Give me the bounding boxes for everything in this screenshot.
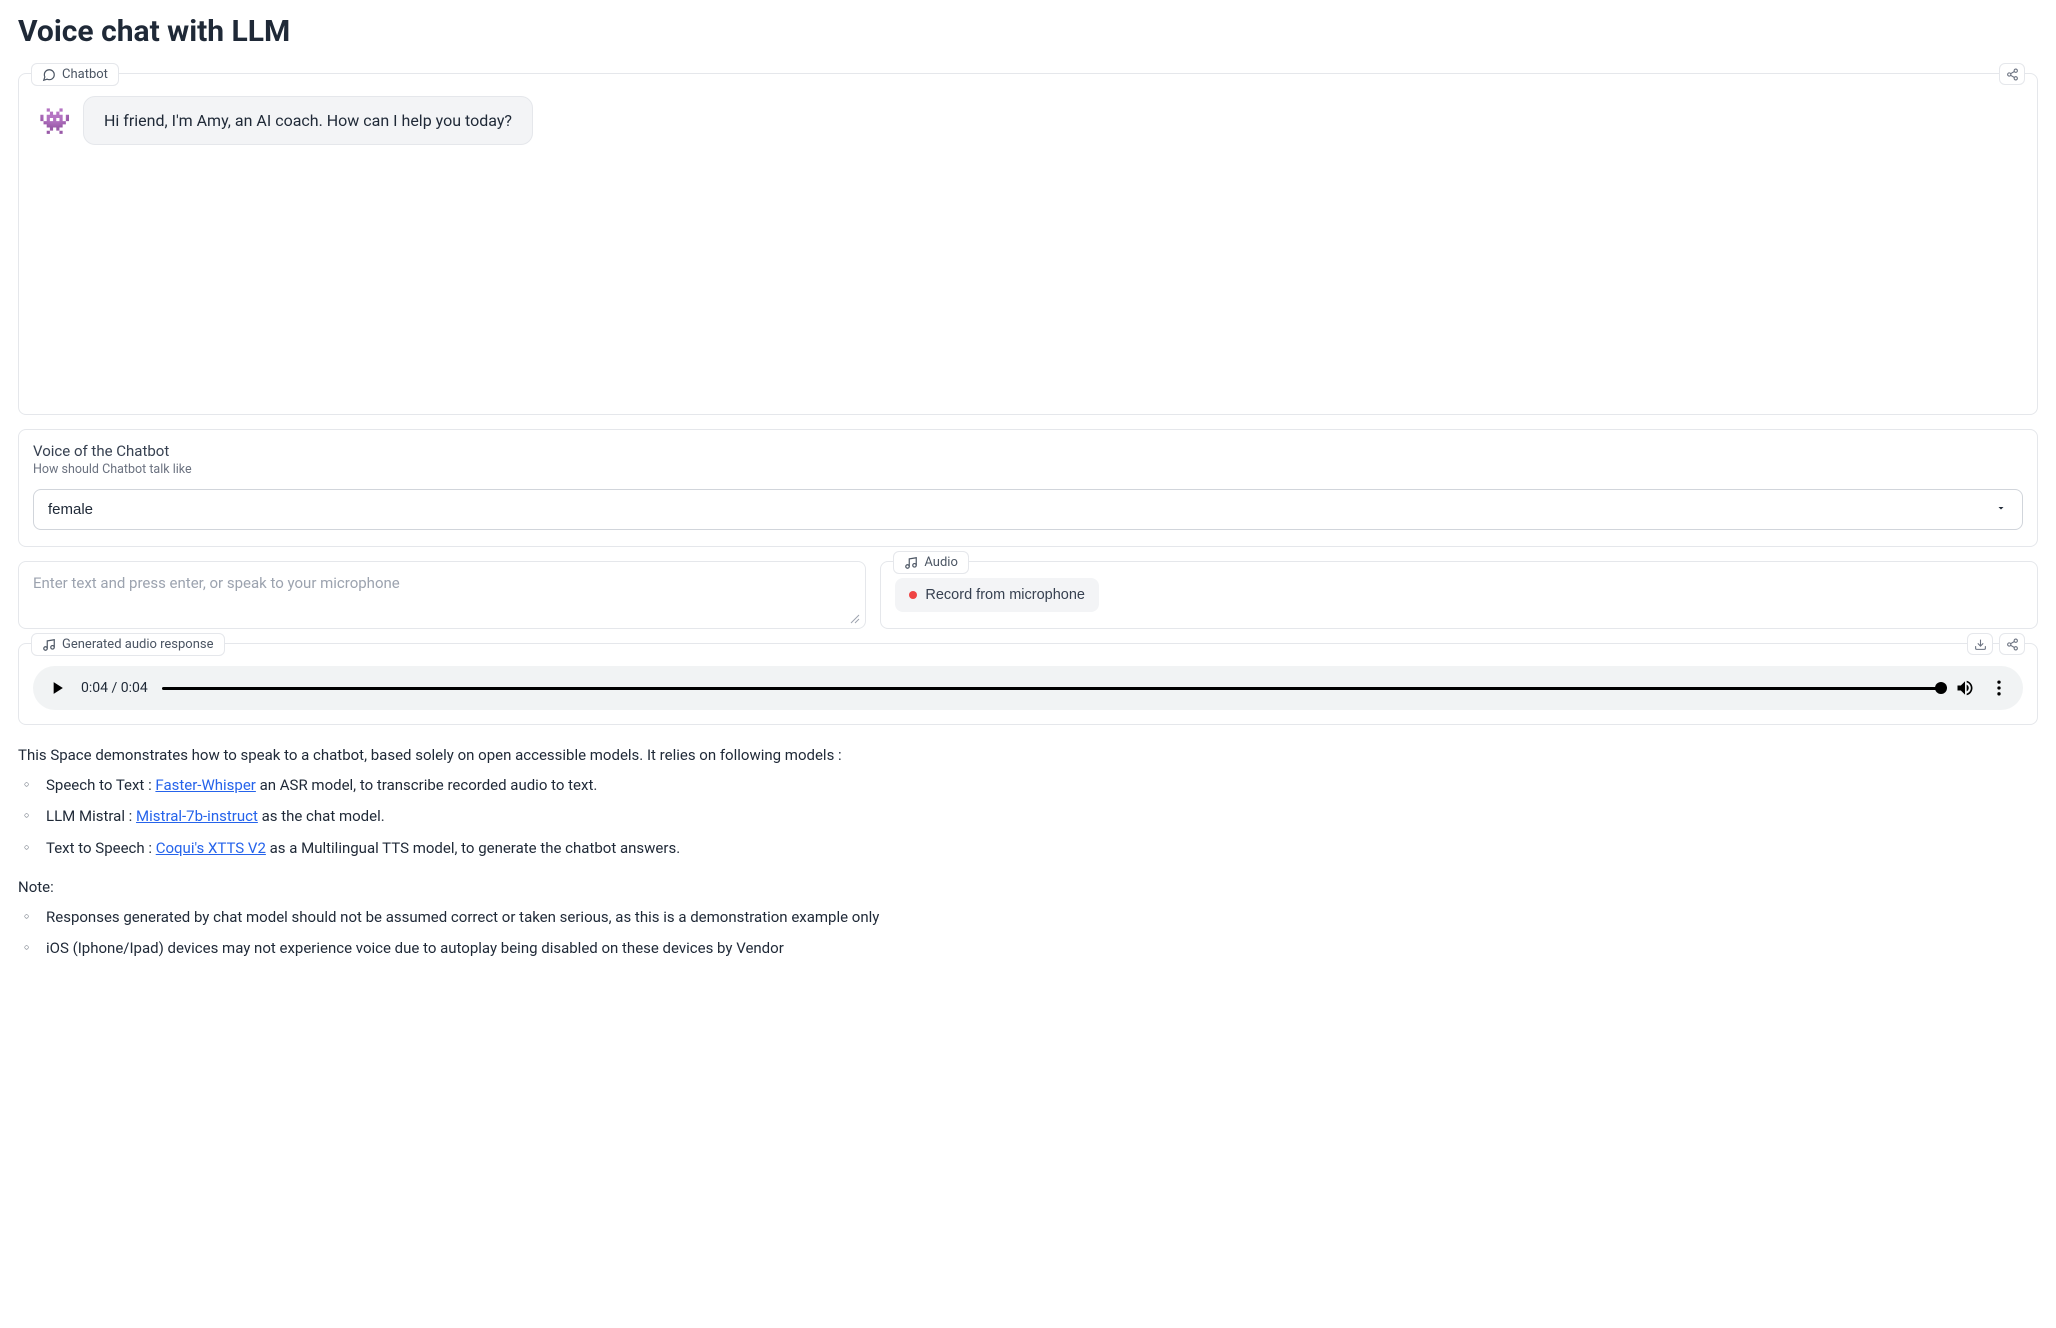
list-item: iOS (Iphone/Ipad) devices may not experi… bbox=[40, 936, 2038, 962]
voice-select-value: female bbox=[48, 501, 93, 518]
audio-player: 0:04 / 0:04 bbox=[33, 666, 2023, 710]
share-icon bbox=[2006, 68, 2019, 81]
item-prefix: LLM Mistral : bbox=[46, 807, 136, 825]
chatbot-panel-label: Chatbot bbox=[31, 63, 119, 86]
description: This Space demonstrates how to speak to … bbox=[18, 743, 2038, 962]
record-button-label: Record from microphone bbox=[925, 587, 1085, 603]
voice-select[interactable]: female bbox=[33, 489, 2023, 530]
list-item: Text to Speech : Coqui's XTTS V2 as a Mu… bbox=[40, 836, 2038, 862]
models-list: Speech to Text : Faster-Whisper an ASR m… bbox=[18, 773, 2038, 862]
more-vertical-icon bbox=[1989, 678, 2009, 698]
text-entry-panel bbox=[18, 561, 866, 629]
item-suffix: as a Multilingual TTS model, to generate… bbox=[266, 839, 680, 857]
volume-button[interactable] bbox=[1955, 678, 1975, 698]
audio-output-panel: Generated audio response 0:04 / 0:04 bbox=[18, 643, 2038, 725]
note-title: Note: bbox=[18, 875, 2038, 901]
progress-thumb[interactable] bbox=[1935, 682, 1947, 694]
total-time: 0:04 bbox=[121, 680, 148, 696]
more-button[interactable] bbox=[1989, 678, 2009, 698]
link-coqui[interactable]: Coqui's XTTS V2 bbox=[156, 839, 266, 857]
share-audio-button[interactable] bbox=[1999, 633, 2025, 655]
music-icon bbox=[904, 556, 918, 570]
input-row: Audio Record from microphone bbox=[18, 561, 2038, 629]
music-icon bbox=[42, 638, 56, 652]
audio-input-label-text: Audio bbox=[924, 555, 957, 570]
notes-list: Responses generated by chat model should… bbox=[18, 905, 2038, 962]
play-icon bbox=[47, 678, 67, 698]
play-button[interactable] bbox=[47, 678, 67, 698]
audio-progress[interactable] bbox=[162, 687, 1941, 690]
link-mistral[interactable]: Mistral-7b-instruct bbox=[136, 807, 258, 825]
description-intro: This Space demonstrates how to speak to … bbox=[18, 743, 2038, 769]
voice-title: Voice of the Chatbot bbox=[33, 442, 2023, 460]
share-button[interactable] bbox=[1999, 63, 2025, 85]
page-title: Voice chat with LLM bbox=[18, 14, 2038, 49]
download-icon bbox=[1974, 638, 1987, 651]
item-suffix: as the chat model. bbox=[258, 807, 385, 825]
chatbot-label-text: Chatbot bbox=[62, 67, 108, 82]
item-prefix: Speech to Text : bbox=[46, 776, 155, 794]
chat-icon bbox=[42, 68, 56, 82]
voice-subtitle: How should Chatbot talk like bbox=[33, 462, 2023, 477]
record-dot-icon bbox=[909, 591, 917, 599]
chatbot-panel: Chatbot 👾 Hi friend, I'm Amy, an AI coac… bbox=[18, 73, 2038, 415]
download-button[interactable] bbox=[1967, 633, 1993, 655]
item-suffix: an ASR model, to transcribe recorded aud… bbox=[256, 776, 597, 794]
share-icon bbox=[2006, 638, 2019, 651]
chat-message-text: Hi friend, I'm Amy, an AI coach. How can… bbox=[104, 111, 512, 130]
bot-avatar: 👾 bbox=[39, 106, 71, 138]
audio-output-label: Generated audio response bbox=[31, 633, 225, 656]
audio-input-panel: Audio Record from microphone bbox=[880, 561, 2038, 629]
chat-bubble: Hi friend, I'm Amy, an AI coach. How can… bbox=[83, 96, 533, 145]
alien-monster-icon: 👾 bbox=[39, 107, 71, 137]
voice-select-panel: Voice of the Chatbot How should Chatbot … bbox=[18, 429, 2038, 547]
audio-input-label: Audio bbox=[893, 551, 968, 574]
list-item: Speech to Text : Faster-Whisper an ASR m… bbox=[40, 773, 2038, 799]
item-prefix: Text to Speech : bbox=[46, 839, 156, 857]
list-item: Responses generated by chat model should… bbox=[40, 905, 2038, 931]
audio-output-label-text: Generated audio response bbox=[62, 637, 214, 652]
text-input[interactable] bbox=[19, 562, 865, 624]
record-button[interactable]: Record from microphone bbox=[895, 578, 1099, 612]
list-item: LLM Mistral : Mistral-7b-instruct as the… bbox=[40, 804, 2038, 830]
audio-time: 0:04 / 0:04 bbox=[81, 680, 148, 696]
chat-body: 👾 Hi friend, I'm Amy, an AI coach. How c… bbox=[19, 74, 2037, 414]
volume-icon bbox=[1955, 678, 1975, 698]
chat-message-row: 👾 Hi friend, I'm Amy, an AI coach. How c… bbox=[39, 96, 2017, 145]
current-time: 0:04 bbox=[81, 680, 108, 696]
link-faster-whisper[interactable]: Faster-Whisper bbox=[155, 776, 255, 794]
